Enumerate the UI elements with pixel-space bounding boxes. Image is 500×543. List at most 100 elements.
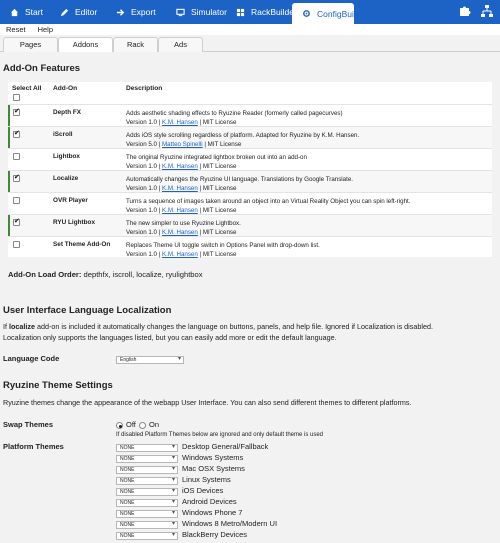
addon-license: | MIT License: [199, 119, 237, 126]
addon-name: RYU Lightbox: [53, 219, 96, 226]
platform-select-windows[interactable]: NONE: [116, 455, 178, 463]
enabled-indicator: [8, 127, 10, 148]
load-order: Add-On Load Order: depthfx, iscroll, loc…: [8, 270, 203, 279]
addon-version: Version 1.0 |: [126, 119, 161, 126]
platform-select-blackberry[interactable]: NONE: [116, 532, 178, 540]
addon-description: Adds aesthetic shading effects to Ryuzin…: [126, 110, 343, 117]
tab-export[interactable]: Export: [106, 0, 166, 24]
enabled-indicator: [8, 171, 10, 192]
select-all-checkbox[interactable]: [13, 94, 20, 101]
section-tabs: Pages Addons Rack Ads: [0, 35, 500, 53]
platform-select-win8[interactable]: NONE: [116, 521, 178, 529]
swap-on-radio[interactable]: [139, 422, 146, 429]
addon-col-header: Add-On: [53, 85, 78, 92]
addon-description: Replaces Theme UI toggle switch in Optio…: [126, 242, 320, 249]
tab-editor[interactable]: Editor: [50, 0, 106, 24]
themes-description: Ryuzine themes change the appearance of …: [3, 398, 412, 407]
author-link[interactable]: K.M. Hansen: [162, 185, 198, 192]
platform-label: Android Devices: [182, 497, 237, 506]
swap-off-radio[interactable]: [116, 422, 123, 429]
action-bar: Reset Help: [0, 24, 500, 35]
addon-row-depthfx: Depth FX Adds aesthetic shading effects …: [8, 104, 492, 126]
addon-row-lightbox: Lightbox The original Ryuzine integrated…: [8, 148, 492, 170]
author-link[interactable]: Matteo Spinelli: [162, 141, 203, 148]
tab-rackbuilder[interactable]: RackBuilder: [226, 0, 297, 24]
addon-row-localize: Localize Automatically changes the Ryuzi…: [8, 170, 492, 192]
grid-icon: [236, 8, 245, 17]
addon-description: Adds iOS style scrolling regardless of p…: [126, 132, 360, 139]
addon-name: Lightbox: [53, 153, 80, 160]
puzzle-icon[interactable]: [458, 4, 472, 18]
addon-checkbox-iscroll[interactable]: [13, 129, 20, 138]
addon-version: Version 1.0 |: [126, 251, 161, 258]
platform-select-wp7[interactable]: NONE: [116, 510, 178, 518]
addon-version: Version 1.0 |: [126, 185, 161, 192]
platform-label: Windows 8 Metro/Modern UI: [182, 519, 278, 528]
addon-description: The new simpler to use Ryuzine Lightbox.: [126, 220, 241, 227]
addon-row-settheme: Set Theme Add-On Replaces Theme UI toggl…: [8, 236, 492, 258]
addon-name: iScroll: [53, 131, 73, 138]
help-button[interactable]: Help: [38, 25, 53, 34]
home-icon: [10, 8, 19, 17]
author-link[interactable]: K.M. Hansen: [162, 251, 198, 258]
addon-checkbox-ovrplayer[interactable]: [13, 197, 20, 204]
platform-select-ios[interactable]: NONE: [116, 488, 178, 496]
tab-pages[interactable]: Pages: [3, 37, 58, 52]
tab-start[interactable]: Start: [0, 0, 50, 24]
addon-row-ryulightbox: RYU Lightbox The new simpler to use Ryuz…: [8, 214, 492, 236]
tab-start-label: Start: [25, 7, 43, 17]
localization-text-rest: add-on is included it automatically chan…: [36, 322, 433, 331]
addon-features-heading: Add-On Features: [3, 63, 81, 74]
swap-themes-note: If disabled Platform Themes below are ig…: [116, 432, 324, 438]
author-link[interactable]: K.M. Hansen: [162, 229, 198, 236]
tab-addons[interactable]: Addons: [58, 37, 113, 53]
enabled-indicator: [8, 105, 10, 126]
localization-text-prefix: If: [3, 322, 7, 331]
author-link[interactable]: K.M. Hansen: [162, 163, 198, 170]
reset-button[interactable]: Reset: [6, 25, 26, 34]
addon-checkbox-localize[interactable]: [13, 173, 20, 182]
platform-label: BlackBerry Devices: [182, 530, 248, 539]
addon-version: Version 1.0 |: [126, 207, 161, 214]
load-order-label: Add-On Load Order:: [8, 270, 82, 279]
addon-checkbox-settheme[interactable]: [13, 241, 20, 248]
author-link[interactable]: K.M. Hansen: [162, 207, 198, 214]
config-content: Add-On Features Select All Add-On Descri…: [0, 52, 500, 543]
addon-checkbox-ryulightbox[interactable]: [13, 217, 20, 226]
sitemap-icon[interactable]: [480, 4, 494, 18]
pencil-icon: [60, 8, 69, 17]
enabled-indicator: [8, 215, 10, 236]
gear-icon: [302, 9, 311, 18]
tab-configbuilder[interactable]: ConfigBuilder: [292, 3, 368, 24]
platform-label: iOS Devices: [182, 486, 224, 495]
language-code-label: Language Code: [3, 354, 60, 363]
tab-ads[interactable]: Ads: [158, 37, 203, 52]
export-icon: [116, 8, 125, 17]
platform-select-desktop[interactable]: NONE: [116, 444, 178, 452]
addon-license: | MIT License: [199, 207, 237, 214]
addon-version: Version 1.0 |: [126, 229, 161, 236]
addon-checkbox-lightbox[interactable]: [13, 153, 20, 160]
tab-rack[interactable]: Rack: [113, 37, 158, 52]
platform-select-android[interactable]: NONE: [116, 499, 178, 507]
tab-export-label: Export: [131, 7, 156, 17]
app-toolbar: Start Editor Export Simulator RackBuilde…: [0, 0, 500, 24]
author-link[interactable]: K.M. Hansen: [162, 119, 198, 126]
language-select[interactable]: English: [116, 356, 184, 364]
tab-configbuilder-label: ConfigBuilder: [317, 8, 369, 19]
platform-select-mac[interactable]: NONE: [116, 466, 178, 474]
platform-select-linux[interactable]: NONE: [116, 477, 178, 485]
localization-text-line2: Localization only supports the languages…: [3, 332, 337, 342]
tab-editor-label: Editor: [75, 7, 98, 17]
addon-row-iscroll: iScroll Adds iOS style scrolling regardl…: [8, 126, 492, 148]
addon-checkbox-depthfx[interactable]: [13, 107, 20, 116]
addon-name: Depth FX: [53, 109, 82, 116]
tab-simulator-label: Simulator: [191, 7, 227, 17]
addon-version: Version 1.0 |: [126, 163, 161, 170]
platform-label: Windows Phone 7: [182, 508, 243, 517]
tab-simulator[interactable]: Simulator: [166, 0, 227, 24]
localization-heading: User Interface Language Localization: [3, 305, 172, 316]
addon-description: Automatically changes the Ryuzine UI lan…: [126, 176, 354, 183]
tab-rackbuilder-label: RackBuilder: [251, 7, 297, 17]
platform-themes-label: Platform Themes: [3, 442, 64, 451]
